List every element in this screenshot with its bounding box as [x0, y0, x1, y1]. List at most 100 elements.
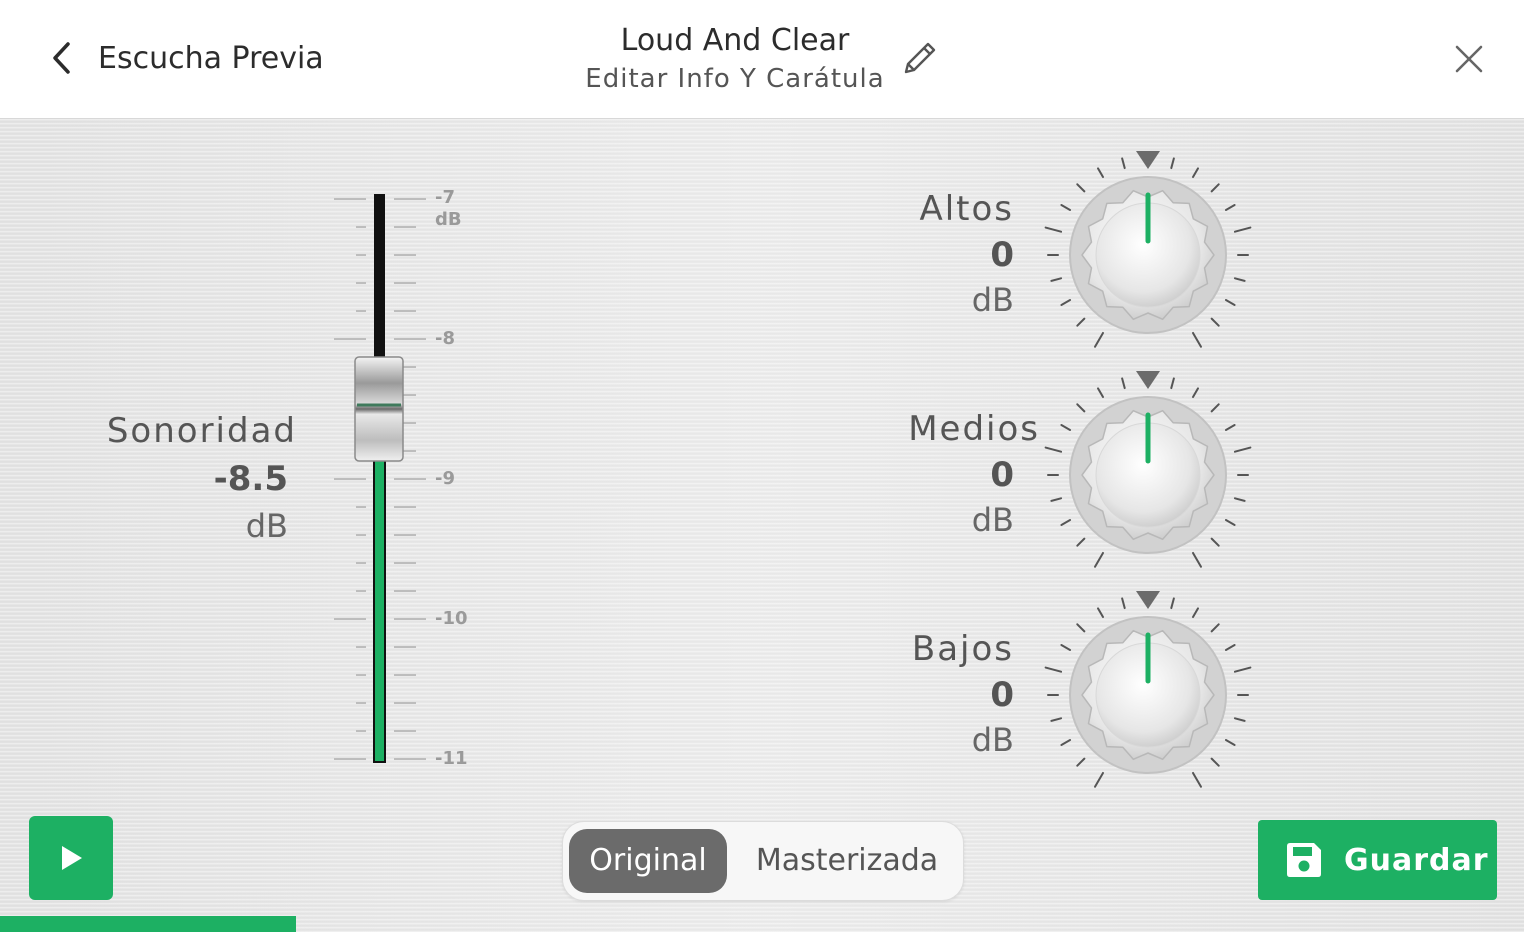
knob-scale-tick	[1050, 277, 1063, 282]
knob-scale-tick	[1060, 519, 1072, 526]
knob-scale-tick	[1210, 537, 1220, 547]
fader-unit-label: dB	[435, 209, 462, 230]
fader-tick-label: -8	[435, 328, 455, 349]
toggle-mastered[interactable]: Masterizada	[737, 829, 957, 893]
knob-scale-tick	[1192, 387, 1199, 399]
knob-scale-tick	[1170, 377, 1175, 390]
knob-scale-tick	[1210, 757, 1220, 767]
knob-center-marker	[1136, 151, 1160, 169]
loudness-unit: dB	[245, 507, 288, 545]
knob-scale-tick	[1121, 597, 1126, 610]
knob-scale-tick	[1192, 771, 1202, 788]
knob-scale-tick	[1076, 317, 1086, 327]
knob-scale-tick	[1224, 299, 1236, 306]
mid-label: Medios	[908, 409, 1040, 449]
close-icon[interactable]	[1452, 42, 1486, 76]
bass-value: 0	[990, 675, 1014, 715]
knob-scale-tick	[1094, 771, 1104, 788]
knob-scale-tick	[1044, 226, 1063, 233]
knob-scale-tick	[1076, 537, 1086, 547]
knob-scale-tick	[1076, 183, 1086, 193]
knob-scale-tick	[1044, 666, 1063, 673]
save-button[interactable]: Guardar	[1258, 820, 1497, 900]
knob-scale-tick	[1224, 739, 1236, 746]
mid-value: 0	[990, 455, 1014, 495]
knob-scale-tick	[1121, 157, 1126, 170]
knob-scale-tick	[1050, 717, 1063, 722]
knob-scale-tick	[1097, 607, 1104, 619]
back-label: Escucha Previa	[98, 40, 324, 76]
mid-knob[interactable]	[1038, 365, 1258, 585]
knob-scale-tick	[1210, 183, 1220, 193]
knob-scale-tick	[1224, 644, 1236, 651]
bass-knob[interactable]	[1038, 585, 1258, 805]
playback-progress	[0, 916, 296, 932]
knob-scale-tick	[1233, 277, 1246, 282]
loudness-label: Sonoridad	[106, 411, 297, 451]
knob-center-marker	[1136, 591, 1160, 609]
version-toggle: Original Masterizada	[562, 821, 964, 901]
bass-unit: dB	[971, 721, 1014, 759]
knob-scale-tick	[1224, 519, 1236, 526]
chevron-left-icon	[53, 42, 70, 74]
fader-tick-label: -11	[435, 748, 468, 769]
bass-label: Bajos	[911, 629, 1014, 669]
save-icon	[1287, 843, 1321, 877]
knob-scale-tick	[1233, 226, 1252, 233]
mastering-panel: Sonoridad -8.5 dB -7 dB -8 -9 -10 -11 Al…	[0, 119, 1524, 932]
knob-scale-tick	[1097, 387, 1104, 399]
knob-scale-tick	[1060, 644, 1072, 651]
save-label: Guardar	[1344, 842, 1489, 878]
knob-scale-tick	[1170, 597, 1175, 610]
toggle-original[interactable]: Original	[569, 829, 727, 893]
knob-scale-tick	[1192, 167, 1199, 179]
knob-scale-tick	[1233, 497, 1246, 502]
loudness-value: -8.5	[213, 459, 288, 499]
knob-scale-tick	[1192, 607, 1199, 619]
knob-scale-tick	[1224, 204, 1236, 211]
knob-scale-tick	[1224, 424, 1236, 431]
edit-info-link[interactable]: Editar Info Y Carátula	[540, 60, 930, 98]
mid-unit: dB	[971, 501, 1014, 539]
fader-track-level	[373, 458, 386, 763]
fader-tick-label: -7	[435, 187, 455, 208]
loudness-fader[interactable]: -7 dB -8 -9 -10 -11	[320, 179, 520, 819]
fader-handle[interactable]	[354, 356, 404, 462]
treble-unit: dB	[971, 281, 1014, 319]
knob-scale-tick	[1060, 424, 1072, 431]
fader-tick-label: -10	[435, 608, 468, 629]
knob-scale-tick	[1094, 551, 1104, 568]
knob-scale-tick	[1097, 167, 1104, 179]
play-button[interactable]	[29, 816, 113, 900]
knob-scale-tick	[1210, 317, 1220, 327]
treble-value: 0	[990, 235, 1014, 275]
knob-scale-tick	[1060, 204, 1072, 211]
knob-center-marker	[1136, 371, 1160, 389]
knob-scale-tick	[1233, 717, 1246, 722]
treble-label: Altos	[919, 189, 1014, 229]
header-bar: Escucha Previa Loud And Clear Editar Inf…	[0, 0, 1524, 119]
knob-scale-tick	[1076, 623, 1086, 633]
knob-scale-tick	[1192, 331, 1202, 348]
knob-scale-tick	[1210, 623, 1220, 633]
knob-scale-tick	[1094, 331, 1104, 348]
knob-scale-tick	[1233, 446, 1252, 453]
pencil-icon[interactable]	[898, 38, 940, 80]
knob-scale-tick	[1170, 157, 1175, 170]
knob-scale-tick	[1044, 446, 1063, 453]
title-block: Loud And Clear Editar Info Y Carátula	[540, 22, 930, 98]
knob-scale-tick	[1050, 497, 1063, 502]
treble-knob[interactable]	[1038, 145, 1258, 365]
knob-scale-tick	[1210, 403, 1220, 413]
fader-tick-label: -9	[435, 468, 455, 489]
knob-scale-tick	[1060, 299, 1072, 306]
knob-scale-tick	[1076, 403, 1086, 413]
knob-scale-tick	[1233, 666, 1252, 673]
knob-scale-tick	[1121, 377, 1126, 390]
knob-scale-tick	[1060, 739, 1072, 746]
fader-track-empty	[374, 194, 385, 364]
knob-scale-tick	[1076, 757, 1086, 767]
track-title: Loud And Clear	[620, 23, 850, 58]
back-button[interactable]: Escucha Previa	[46, 38, 324, 78]
knob-scale-tick	[1192, 551, 1202, 568]
